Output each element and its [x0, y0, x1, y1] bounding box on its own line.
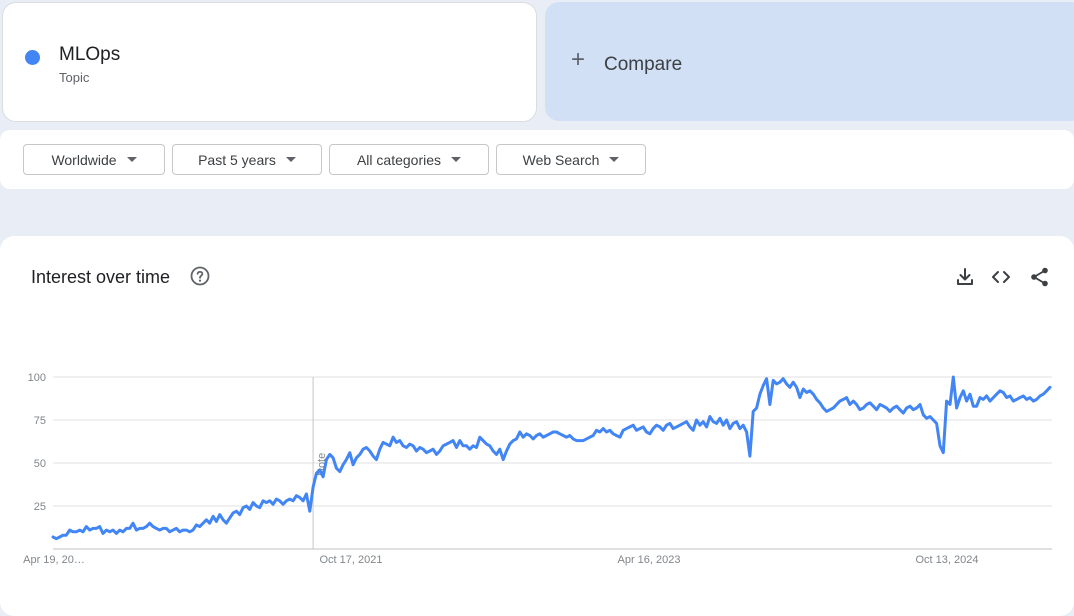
search-term-name[interactable]: MLOps	[59, 44, 120, 66]
x-tick-label: Apr 19, 20…	[23, 554, 85, 566]
caret-down-icon	[451, 157, 462, 162]
y-tick-label: 100	[28, 372, 46, 384]
search-type-filter-dropdown[interactable]: Web Search	[496, 144, 646, 175]
chart-series	[51, 375, 1052, 541]
caret-down-icon	[126, 157, 137, 162]
y-tick-label: 25	[34, 501, 46, 513]
category-filter-dropdown[interactable]: All categories	[329, 144, 489, 175]
time-range-filter-label: Past 5 years	[198, 151, 276, 168]
interest-line-chart[interactable]: 25 50 75 100 Apr 19, 20… Oct 17, 2021 Apr 16,…	[0, 236, 1074, 602]
x-tick-label: Oct 13, 2024	[916, 554, 979, 566]
search-term-type: Topic	[59, 70, 90, 85]
y-axis-tick-labels: 25 50 75 100	[28, 372, 46, 513]
time-range-filter-dropdown[interactable]: Past 5 years	[172, 144, 322, 175]
series-line[interactable]	[51, 375, 1052, 541]
series-color-dot	[25, 50, 40, 65]
interest-over-time-panel: Interest over time 25 50 75 100 Apr 19, 20……	[0, 236, 1074, 616]
caret-down-icon	[609, 157, 620, 162]
compare-button[interactable]: + Compare	[545, 2, 1074, 121]
x-tick-label: Apr 16, 2023	[618, 554, 681, 566]
x-tick-label: Oct 17, 2021	[320, 554, 383, 566]
region-filter-dropdown[interactable]: Worldwide	[23, 144, 165, 175]
x-axis-tick-labels: Apr 19, 20… Oct 17, 2021 Apr 16, 2023 Oct 1…	[23, 554, 978, 566]
region-filter-label: Worldwide	[51, 151, 117, 168]
compare-label: Compare	[604, 54, 683, 75]
filters-bar: Worldwide Past 5 years All categories We…	[0, 130, 1074, 189]
search-term-card[interactable]: MLOps Topic	[2, 2, 537, 122]
y-tick-label: 50	[34, 458, 46, 470]
category-filter-label: All categories	[356, 151, 442, 168]
caret-down-icon	[285, 157, 296, 162]
y-tick-label: 75	[34, 415, 46, 427]
plus-icon: +	[571, 46, 586, 73]
search-type-filter-label: Web Search	[522, 151, 600, 168]
